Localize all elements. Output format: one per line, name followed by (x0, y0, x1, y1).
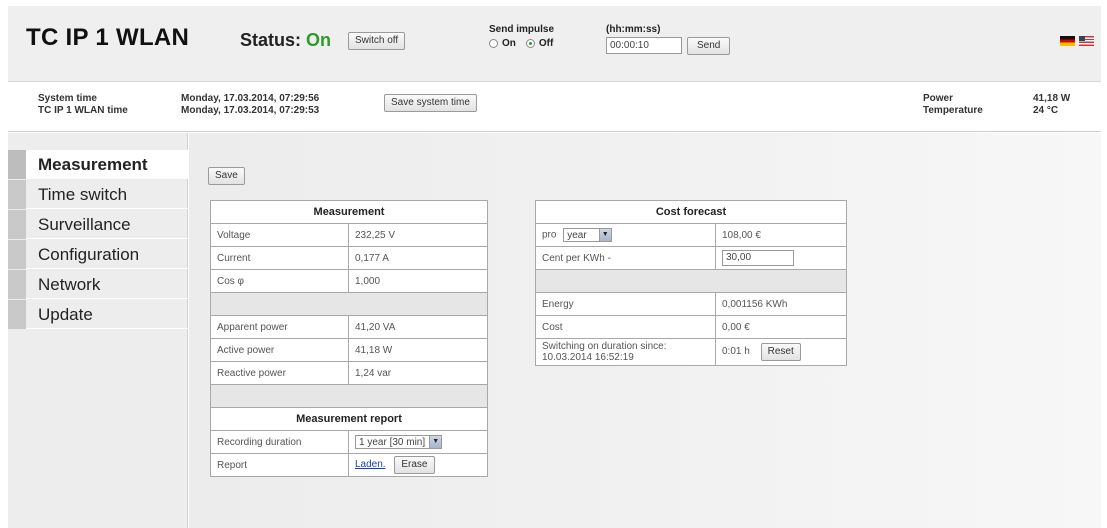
time-labels: System time TC IP 1 WLAN time (38, 93, 128, 117)
temperature-label: Temperature (923, 105, 983, 116)
measurement-heading: Measurement (210, 200, 488, 224)
measurement-table: Measurement Voltage 232,25 V Current 0,1… (210, 200, 488, 477)
load-report-link[interactable]: Laden. (355, 459, 386, 470)
table-spacer (535, 269, 847, 293)
cost-forecast-table: Cost forecast pro year ▼ 108,00 € Cent p… (535, 200, 847, 366)
energy-label: Energy (535, 292, 716, 316)
chevron-down-icon: ▼ (598, 229, 611, 241)
system-time-value: Monday, 17.03.2014, 07:29:56 (181, 93, 320, 104)
save-button[interactable]: Save (208, 167, 245, 185)
device-time-label: TC IP 1 WLAN time (38, 105, 128, 116)
table-row: Reactive power 1,24 var (210, 361, 488, 385)
table-row: Current 0,177 A (210, 246, 488, 270)
power-label: Power (923, 93, 954, 104)
erase-button[interactable]: Erase (394, 456, 435, 474)
device-time-value: Monday, 17.03.2014, 07:29:53 (181, 105, 320, 116)
system-time-label: System time (38, 93, 97, 104)
top-header: TC IP 1 WLAN Status: On Switch off Send … (8, 6, 1101, 82)
period-cost-value: 108,00 € (715, 223, 847, 247)
power-values: 41,18 W 24 °C (1033, 93, 1070, 117)
impulse-radio-group: On Off (489, 38, 559, 49)
cos-phi-value: 1,000 (348, 269, 488, 293)
de-flag-icon[interactable] (1060, 36, 1075, 46)
sidebar-nav: Measurement Time switch Surveillance Con… (8, 133, 188, 528)
table-row: Cost 0,00 € (535, 315, 847, 339)
table-row: Energy 0,001156 KWh (535, 292, 847, 316)
cost-forecast-heading: Cost forecast (535, 200, 847, 224)
power-labels: Power Temperature (923, 93, 983, 117)
sidebar-item-network[interactable]: Network (8, 270, 188, 299)
cost-label: Cost (535, 315, 716, 339)
table-spacer (210, 292, 488, 316)
voltage-label: Voltage (210, 223, 349, 247)
apparent-power-label: Apparent power (210, 315, 349, 339)
table-row: Active power 41,18 W (210, 338, 488, 362)
cost-value: 0,00 € (715, 315, 847, 339)
switching-duration-label-line1: Switching on duration since: (542, 341, 667, 352)
send-impulse-label: Send impulse (489, 24, 555, 35)
table-row: Switching on duration since: 10.03.2014 … (535, 338, 847, 366)
sidebar-item-surveillance[interactable]: Surveillance (8, 210, 188, 239)
sidebar-item-configuration[interactable]: Configuration (8, 240, 188, 269)
cos-phi-label: Cos φ (210, 269, 349, 293)
recording-duration-label: Recording duration (210, 430, 349, 454)
switch-off-button[interactable]: Switch off (348, 32, 406, 50)
sidebar-item-measurement[interactable]: Measurement (8, 150, 188, 179)
app-title: TC IP 1 WLAN (26, 24, 190, 51)
table-row: Voltage 232,25 V (210, 223, 488, 247)
status-display: Status: On (240, 30, 331, 51)
status-label: Status: (240, 30, 302, 50)
impulse-off-label: Off (538, 38, 554, 49)
report-label: Report (210, 453, 349, 477)
recording-duration-value: 1 year [30 min] (359, 436, 426, 448)
period-label: pro (542, 229, 557, 241)
impulse-time-input[interactable]: 00:00:10 (606, 37, 682, 54)
power-value: 41,18 W (1033, 93, 1071, 104)
current-value: 0,177 A (348, 246, 488, 270)
time-format-label: (hh:mm:ss) (606, 24, 661, 35)
send-button[interactable]: Send (687, 37, 731, 55)
impulse-on-radio[interactable] (489, 39, 498, 48)
save-system-time-button[interactable]: Save system time (384, 94, 477, 112)
switching-duration-label: Switching on duration since: 10.03.2014 … (535, 338, 716, 366)
chevron-down-icon: ▼ (429, 436, 442, 448)
voltage-value: 232,25 V (348, 223, 488, 247)
active-power-label: Active power (210, 338, 349, 362)
cent-per-kwh-input[interactable]: 30,00 (722, 250, 794, 266)
table-row: Cos φ 1,000 (210, 269, 488, 293)
energy-value: 0,001156 KWh (715, 292, 847, 316)
sidebar-item-update[interactable]: Update (8, 300, 188, 329)
status-value: On (306, 30, 332, 50)
current-label: Current (210, 246, 349, 270)
reactive-power-label: Reactive power (210, 361, 349, 385)
table-row: Recording duration 1 year [30 min] ▼ (210, 430, 488, 454)
recording-duration-select[interactable]: 1 year [30 min] ▼ (355, 435, 443, 449)
cent-per-kwh-label: Cent per KWh - (535, 246, 716, 270)
main-content: Save Measurement Voltage 232,25 V Curren… (189, 133, 1101, 528)
reset-button[interactable]: Reset (760, 343, 801, 361)
table-spacer (210, 384, 488, 408)
table-row: Apparent power 41,20 VA (210, 315, 488, 339)
table-row: Cent per KWh - 30,00 (535, 246, 847, 270)
time-values: Monday, 17.03.2014, 07:29:56 Monday, 17.… (181, 93, 319, 117)
measurement-report-heading: Measurement report (210, 407, 488, 431)
sidebar-item-time-switch[interactable]: Time switch (8, 180, 188, 209)
table-row: Report Laden. Erase (210, 453, 488, 477)
temperature-value: 24 °C (1033, 105, 1059, 116)
switching-duration-value: 0:01 h (722, 346, 750, 357)
us-flag-icon[interactable] (1079, 36, 1094, 46)
active-power-value: 41,18 W (348, 338, 488, 362)
time-info-bar: System time TC IP 1 WLAN time Monday, 17… (8, 82, 1101, 132)
apparent-power-value: 41,20 VA (348, 315, 488, 339)
table-row: pro year ▼ 108,00 € (535, 223, 847, 247)
impulse-off-radio[interactable] (525, 39, 535, 48)
impulse-on-label: On (502, 38, 516, 49)
reactive-power-value: 1,24 var (348, 361, 488, 385)
switching-duration-label-line2: 10.03.2014 16:52:19 (542, 352, 634, 363)
period-select[interactable]: year ▼ (563, 228, 612, 242)
period-value: year (567, 229, 587, 241)
